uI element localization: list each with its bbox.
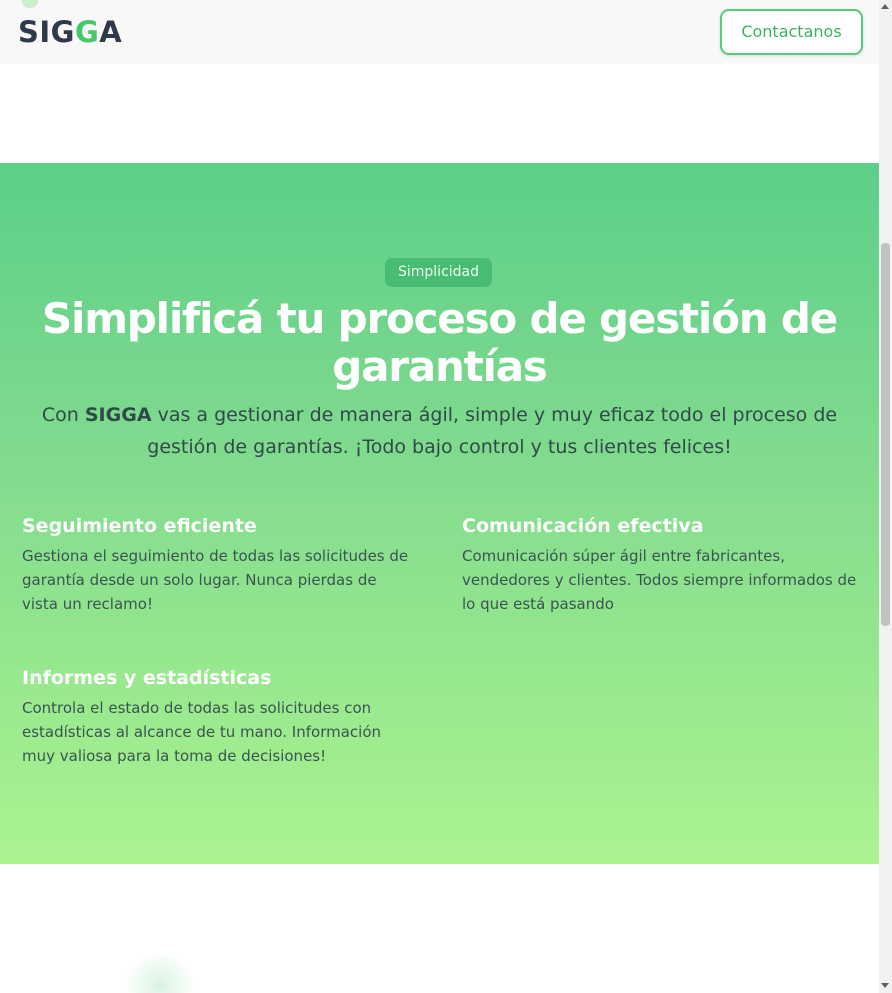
section-subtitle: Con SIGGA vas a gestionar de manera ágil… <box>20 399 859 463</box>
subtitle-brand: SIGGA <box>84 404 152 426</box>
scroll-down-arrow-icon[interactable] <box>881 983 889 988</box>
feature-title: Seguimiento eficiente <box>22 515 257 537</box>
scroll-up-arrow-icon[interactable] <box>881 4 889 9</box>
simplicity-section: Simplicidad Simplificá tu proceso de ges… <box>0 163 879 864</box>
decorative-blob-bottom <box>120 955 200 993</box>
section-title: Simplificá tu proceso de gestión de gara… <box>41 294 838 391</box>
scrollbar-thumb[interactable] <box>881 243 890 626</box>
feature-description: Comunicación súper ágil entre fabricante… <box>462 547 857 613</box>
page-content: SIGGA Contactanos Simplicidad Simplificá… <box>0 0 879 993</box>
logo-text-accent: G <box>74 15 100 49</box>
page: SIGGA Contactanos Simplicidad Simplificá… <box>0 0 892 993</box>
contact-button[interactable]: Contactanos <box>720 9 863 55</box>
vertical-scrollbar[interactable] <box>879 0 892 993</box>
feature-description: Controla el estado de todas las solicitu… <box>22 699 381 765</box>
feature-tracking: Seguimiento eficiente Gestiona el seguim… <box>22 513 417 616</box>
sigga-logo[interactable]: SIGGA <box>18 14 122 50</box>
subtitle-rest: vas a gestionar de manera ágil, simple y… <box>147 404 838 458</box>
feature-communication: Comunicación efectiva Comunicación súper… <box>462 513 862 616</box>
feature-description: Gestiona el seguimiento de todas las sol… <box>22 547 409 613</box>
feature-reports: Informes y estadísticas Controla el esta… <box>22 665 417 768</box>
top-navbar: SIGGA Contactanos <box>0 0 879 64</box>
logo-text-suffix: A <box>99 15 123 49</box>
section-badge: Simplicidad <box>385 258 492 287</box>
feature-title: Informes y estadísticas <box>22 667 272 689</box>
feature-title: Comunicación efectiva <box>462 515 704 537</box>
decorative-blob <box>22 0 38 8</box>
logo-text-prefix: SIG <box>18 15 75 49</box>
subtitle-prefix: Con <box>41 404 85 426</box>
